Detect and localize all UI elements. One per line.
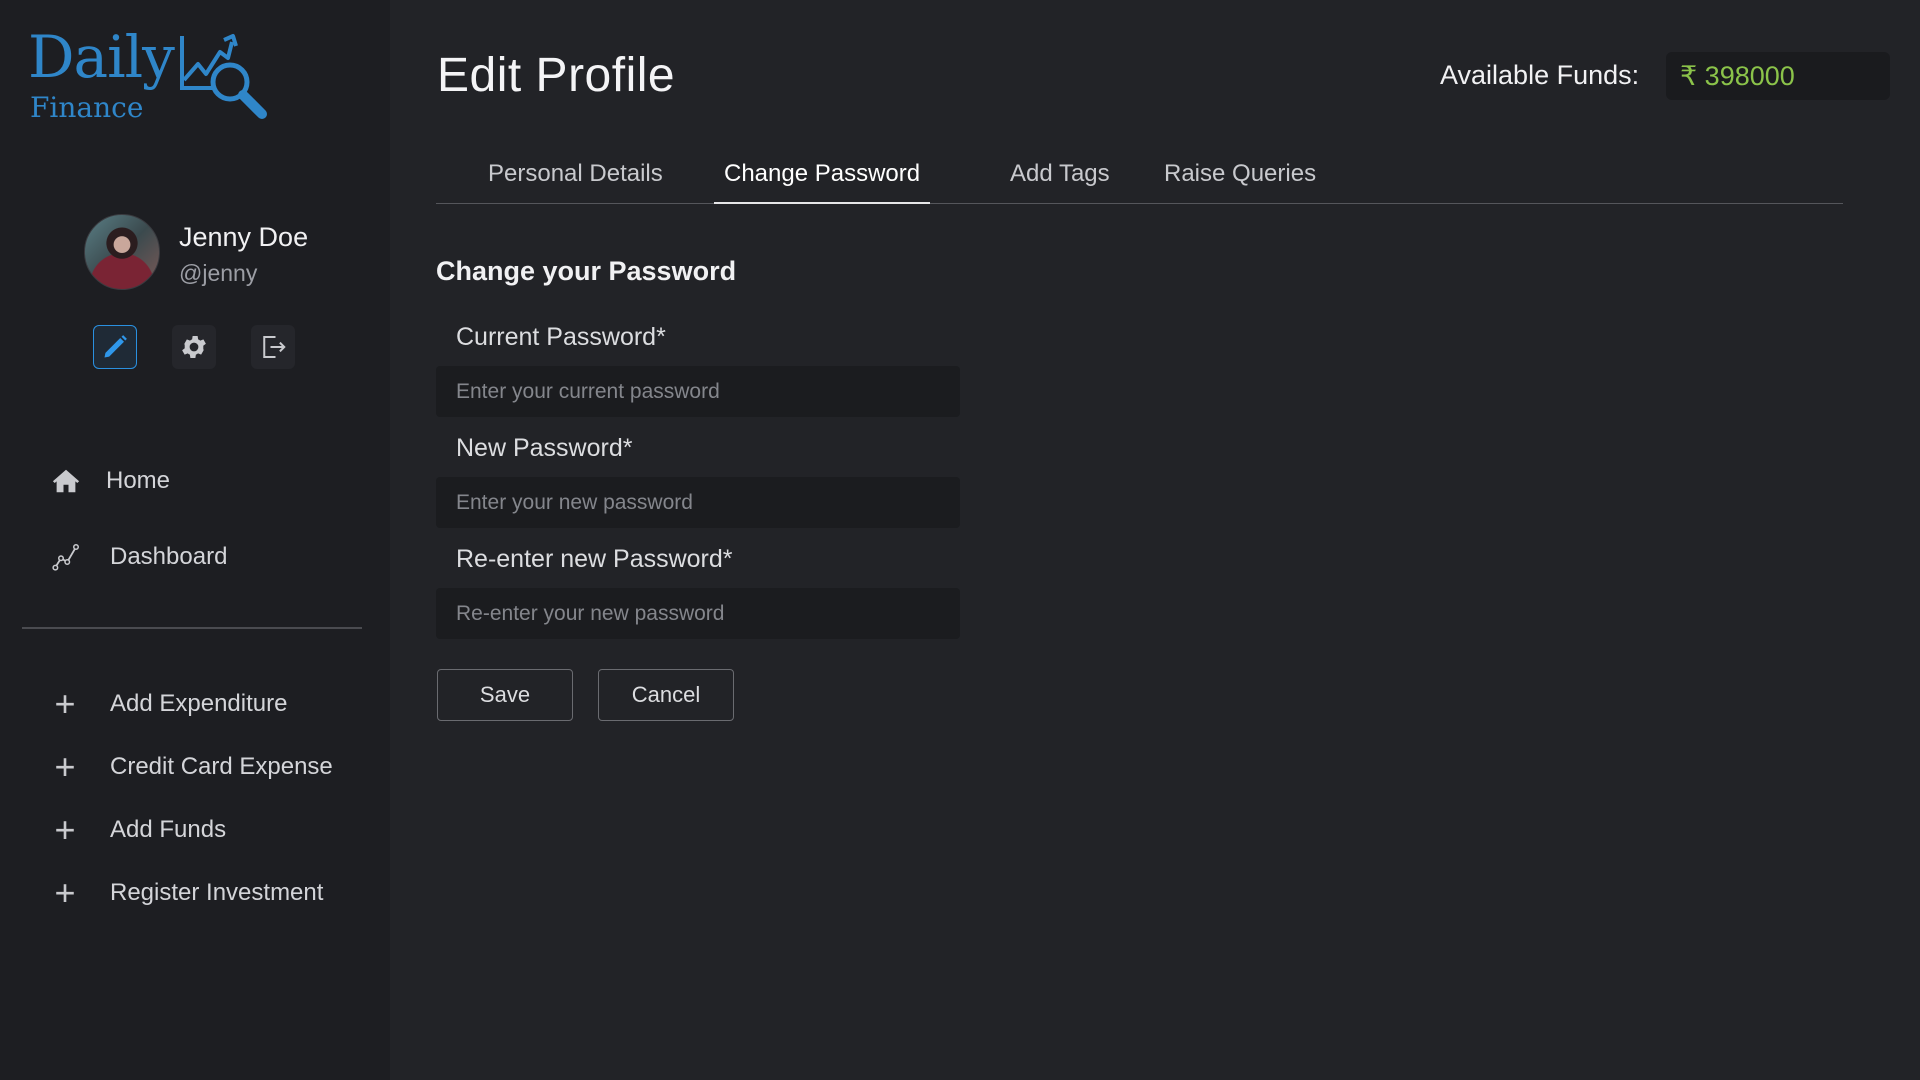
gear-icon [182, 336, 206, 358]
sidebar-item-dashboard[interactable]: Dashboard [48, 532, 227, 582]
add-funds-button[interactable]: + Add Funds [48, 808, 226, 852]
sidebar-item-label: Dashboard [110, 543, 228, 570]
brand-logo[interactable]: Daily Finance [28, 26, 278, 126]
save-button[interactable]: Save [437, 669, 573, 721]
app-window: Daily Finance Jenny Doe @jenny Home Dash… [0, 0, 1920, 1080]
action-label: Register Investment [110, 879, 324, 906]
sidebar-divider [22, 627, 362, 629]
sidebar: Daily Finance Jenny Doe @jenny Home Dash… [0, 0, 390, 1080]
user-handle: @jenny [179, 260, 258, 286]
tab-change-password[interactable]: Change Password [714, 156, 931, 204]
page-title: Edit Profile [437, 49, 676, 102]
sidebar-item-label: Home [106, 467, 171, 494]
pencil-icon [104, 335, 127, 358]
action-label: Add Expenditure [110, 690, 288, 717]
action-label: Add Funds [110, 816, 227, 843]
cancel-button[interactable]: Cancel [598, 669, 734, 721]
confirm-password-label: Re-enter new Password* [456, 545, 733, 573]
edit-profile-button[interactable] [93, 325, 137, 369]
home-icon [48, 463, 84, 499]
current-password-label: Current Password* [456, 323, 666, 351]
new-password-input[interactable] [436, 477, 960, 528]
credit-card-expense-button[interactable]: + Credit Card Expense [48, 745, 333, 789]
form-title: Change your Password [436, 256, 737, 286]
register-investment-button[interactable]: + Register Investment [48, 871, 323, 915]
plus-icon: + [54, 809, 76, 850]
tab-add-tags[interactable]: Add Tags [1010, 156, 1110, 204]
action-label: Credit Card Expense [110, 753, 333, 780]
brand-name-top: Daily [28, 23, 175, 91]
add-expenditure-button[interactable]: + Add Expenditure [48, 682, 287, 726]
funds-value: ₹ 398000 [1666, 52, 1890, 100]
plus-icon: + [54, 872, 76, 913]
plus-icon: + [54, 683, 76, 724]
new-password-label: New Password* [456, 434, 633, 462]
sidebar-item-home[interactable]: Home [48, 456, 170, 506]
chart-icon [48, 539, 84, 575]
avatar[interactable] [84, 214, 160, 290]
user-profile: Jenny Doe @jenny [84, 214, 344, 294]
tab-raise-queries[interactable]: Raise Queries [1164, 156, 1316, 204]
funds-label: Available Funds: [1440, 60, 1640, 90]
logout-icon [263, 336, 286, 358]
settings-button[interactable] [172, 325, 216, 369]
plus-icon: + [54, 746, 76, 787]
logout-button[interactable] [251, 325, 295, 369]
main-content: Edit Profile Available Funds: ₹ 398000 P… [390, 0, 1920, 1080]
confirm-password-input[interactable] [436, 588, 960, 639]
profile-tabs: Personal Details Change Password Add Tag… [436, 156, 1843, 204]
chart-magnifier-icon [180, 34, 267, 119]
tab-personal-details[interactable]: Personal Details [488, 156, 663, 204]
user-name: Jenny Doe [179, 222, 309, 252]
brand-name-bottom: Finance [30, 91, 144, 124]
current-password-input[interactable] [436, 366, 960, 417]
